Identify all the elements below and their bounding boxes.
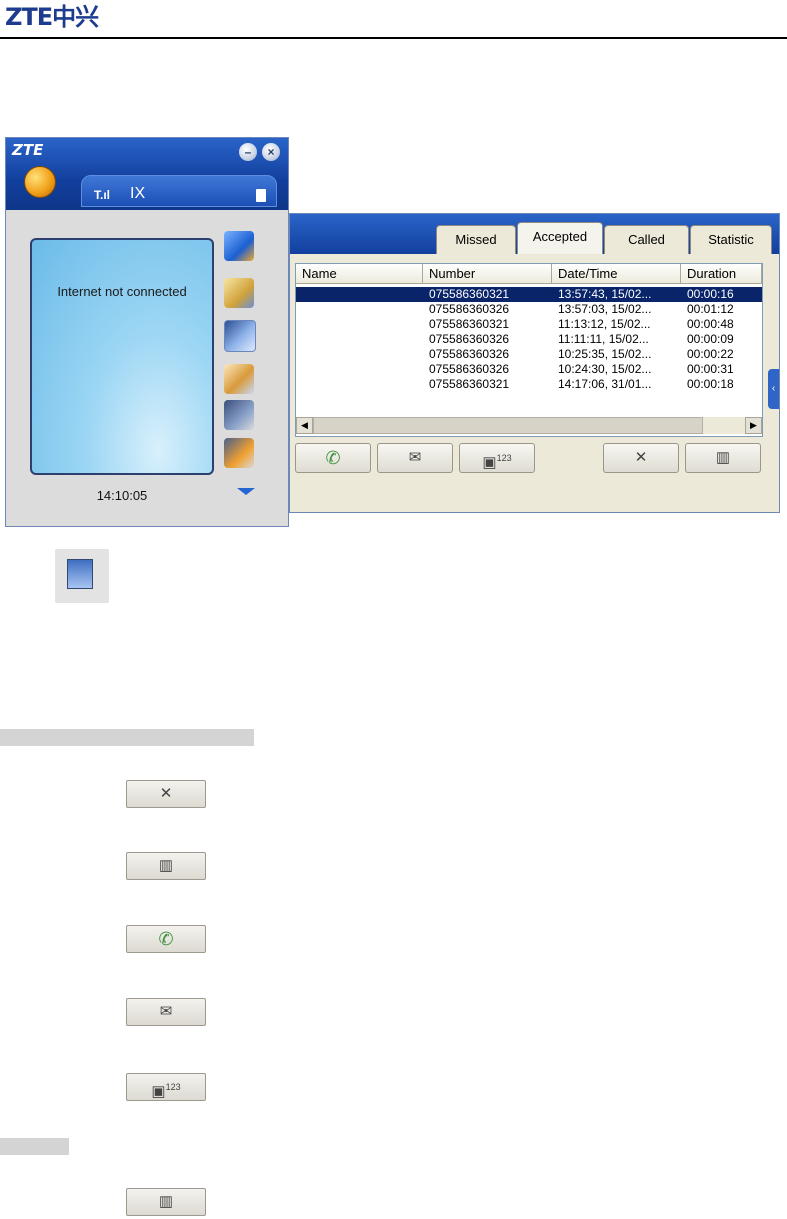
contacts-icon[interactable] [224, 278, 254, 308]
table-row[interactable]: 075586360321 14:17:06, 31/01... 00:00:18 [296, 377, 762, 392]
tab-statistic[interactable]: Statistic [690, 225, 772, 254]
cell-duration: 00:00:48 [687, 317, 734, 331]
cell-datetime: 10:25:35, 15/02... [558, 347, 652, 361]
call-log-window: Missed Accepted Called Statistic Name Nu… [289, 213, 780, 513]
settings-icon[interactable] [224, 438, 254, 468]
trash-icon: ▥ [158, 1193, 174, 1210]
highlight-bar-short [0, 1138, 69, 1155]
call-log-content: Name Number Date/Time Duration 075586360… [290, 254, 779, 512]
tools-icon: ✕ [159, 785, 173, 802]
internet-icon[interactable] [224, 231, 254, 261]
sim-card-icon [256, 189, 266, 202]
sim-phonebook-icon[interactable] [224, 400, 254, 430]
scroll-right-icon[interactable]: ▶ [745, 417, 762, 434]
delete-button-sample[interactable]: ▥ [126, 852, 206, 880]
column-name[interactable]: Name [296, 264, 423, 284]
sms-icon[interactable] [224, 364, 254, 394]
table-row[interactable]: 075586360326 11:11:11, 15/02... 00:00:09 [296, 332, 762, 347]
column-datetime[interactable]: Date/Time [552, 264, 681, 284]
scroll-thumb[interactable] [313, 417, 703, 434]
cell-duration: 00:00:22 [687, 347, 734, 361]
app-title: ZTE [12, 141, 44, 159]
connect-globe-icon[interactable] [24, 166, 56, 198]
cell-number: 075586360321 [429, 287, 510, 301]
tools-icon: ✕ [634, 449, 648, 466]
save-number-label: 123 [165, 1082, 181, 1092]
column-number[interactable]: Number [423, 264, 552, 284]
send-sms-button-sample[interactable]: ✉ [126, 998, 206, 1026]
status-bar [81, 175, 277, 207]
cell-number: 075586360326 [429, 332, 510, 346]
tab-missed[interactable]: Missed [436, 225, 516, 254]
save-icon: ▣ [482, 454, 497, 471]
save-to-phonebook-button[interactable]: ▣123 [459, 443, 535, 473]
tools-button[interactable]: ✕ [603, 443, 679, 473]
column-duration[interactable]: Duration [681, 264, 762, 284]
tools-button-sample[interactable]: ✕ [126, 780, 206, 808]
cell-duration: 00:01:12 [687, 302, 734, 316]
zte-logo: ZTE中兴 [5, 3, 99, 31]
cell-duration: 00:00:31 [687, 362, 734, 376]
call-log-icon[interactable] [224, 320, 256, 352]
cell-datetime: 14:17:06, 31/01... [558, 377, 652, 391]
delete-button[interactable]: ▥ [685, 443, 761, 473]
notepad-icon [67, 559, 93, 589]
delete-button-sample-2[interactable]: ▥ [126, 1188, 206, 1216]
table-row[interactable]: 075586360326 10:25:35, 15/02... 00:00:22 [296, 347, 762, 362]
cell-datetime: 13:57:43, 15/02... [558, 287, 652, 301]
save-icon: ▣ [151, 1083, 166, 1100]
call-log-header: Missed Accepted Called Statistic [290, 214, 779, 255]
tab-accepted[interactable]: Accepted [517, 222, 603, 255]
main-window: ZTE – × T.ıl IX Internet not connected 1… [5, 137, 289, 527]
cell-duration: 00:00:18 [687, 377, 734, 391]
save-button-sample[interactable]: ▣123 [126, 1073, 206, 1101]
cell-number: 075586360326 [429, 362, 510, 376]
phone-icon: ✆ [325, 448, 341, 468]
cell-datetime: 13:57:03, 15/02... [558, 302, 652, 316]
cell-number: 075586360326 [429, 347, 510, 361]
call-rows: 075586360321 13:57:43, 15/02... 00:00:16 07… [296, 287, 762, 417]
save-number-label: 123 [496, 453, 512, 463]
message-icon: ✉ [408, 449, 422, 466]
cell-datetime: 10:24:30, 15/02... [558, 362, 652, 376]
table-row[interactable]: 075586360321 13:57:43, 15/02... 00:00:16 [296, 287, 762, 302]
cell-datetime: 11:11:11, 15/02... [558, 332, 649, 346]
horizontal-scrollbar[interactable]: ◀ ▶ [296, 417, 762, 434]
main-titlebar[interactable]: ZTE – × T.ıl IX [6, 138, 288, 210]
table-row[interactable]: 075586360326 10:24:30, 15/02... 00:00:31 [296, 362, 762, 377]
trash-icon: ▥ [715, 449, 731, 466]
send-sms-button[interactable]: ✉ [377, 443, 453, 473]
table-row[interactable]: 075586360326 13:57:03, 15/02... 00:01:12 [296, 302, 762, 317]
call-list[interactable]: Name Number Date/Time Duration 075586360… [295, 263, 763, 437]
cell-duration: 00:00:16 [687, 287, 734, 301]
message-icon: ✉ [159, 1003, 173, 1020]
dial-button-sample[interactable]: ✆ [126, 925, 206, 953]
status-screen: Internet not connected [30, 238, 214, 475]
cell-number: 075586360326 [429, 302, 510, 316]
cell-datetime: 11:13:12, 15/02... [558, 317, 651, 331]
dial-button[interactable]: ✆ [295, 443, 371, 473]
header-divider [0, 37, 787, 39]
table-row[interactable]: 075586360321 11:13:12, 15/02... 00:00:48 [296, 317, 762, 332]
cell-number: 075586360321 [429, 377, 510, 391]
cell-number: 075586360321 [429, 317, 510, 331]
clock-display: 14:10:05 [96, 488, 148, 503]
list-header: Name Number Date/Time Duration [296, 264, 762, 284]
scroll-left-icon[interactable]: ◀ [296, 417, 313, 434]
network-type: IX [130, 185, 146, 202]
highlight-bar [0, 729, 254, 746]
call-log-feature-icon [55, 549, 109, 603]
signal-strength-icon: T.ıl [94, 188, 111, 202]
connection-status-text: Internet not connected [57, 284, 187, 299]
trash-icon: ▥ [158, 857, 174, 874]
minimize-button[interactable]: – [239, 143, 257, 161]
collapse-handle[interactable]: ‹ [768, 369, 779, 409]
cell-duration: 00:00:09 [687, 332, 734, 346]
phone-icon: ✆ [158, 929, 174, 949]
close-button[interactable]: × [262, 143, 280, 161]
tab-called[interactable]: Called [604, 225, 689, 254]
scroll-down-arrow-icon[interactable] [237, 488, 255, 495]
